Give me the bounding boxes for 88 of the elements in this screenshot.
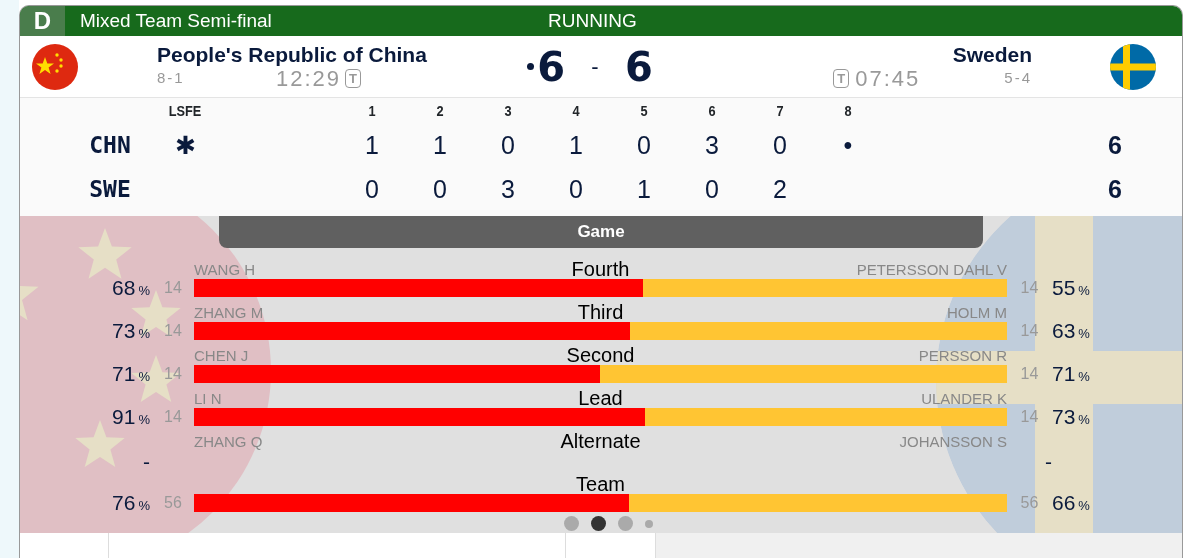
- match-title: Mixed Team Semi-final: [80, 8, 272, 33]
- column-header: 1: [367, 101, 377, 121]
- shot-count: 56: [163, 493, 183, 512]
- percentage: -: [1044, 450, 1052, 473]
- end-score: 0: [432, 174, 448, 205]
- shot-count: 56: [1019, 493, 1040, 512]
- player-name: WANG H: [194, 262, 256, 278]
- team-score: 6: [537, 44, 565, 89]
- game-clock: 12:29: [276, 66, 342, 91]
- end-score: 1: [636, 174, 652, 205]
- end-score: 0: [568, 174, 584, 205]
- column-header: 4: [571, 101, 581, 121]
- percentage: 63%: [1052, 321, 1091, 340]
- end-score: 0: [500, 130, 516, 161]
- shot-count: 14: [163, 407, 183, 426]
- percentage: 91%: [111, 407, 151, 426]
- percentage: 68%: [111, 278, 151, 297]
- team-record: 5-4: [1004, 68, 1032, 89]
- team-name: Sweden: [951, 42, 1032, 67]
- lsfe-icon: ✱: [160, 123, 210, 167]
- end-score: 1: [568, 130, 584, 161]
- percentage: 55%: [1052, 278, 1091, 297]
- end-score: 0: [364, 174, 380, 205]
- position-label: Fourth: [571, 258, 630, 280]
- flag-icon: [1110, 43, 1156, 90]
- end-score: 1: [364, 130, 380, 161]
- player-name: PETERSSON DAHL V: [856, 262, 1007, 278]
- shot-count: 14: [163, 278, 183, 297]
- column-header: 7: [775, 101, 785, 121]
- page-dot[interactable]: [618, 516, 633, 531]
- column-header: 3: [503, 101, 513, 121]
- player-name: CHEN J: [194, 348, 249, 364]
- end-score: •: [842, 130, 854, 161]
- player-name: ZHANG M: [194, 305, 264, 321]
- player-name: HOLM M: [947, 305, 1007, 321]
- player-name: ZHANG Q: [194, 434, 263, 450]
- timeout-badge: T: [833, 69, 850, 88]
- flag-icon: [32, 43, 78, 90]
- end-score: 3: [500, 174, 516, 205]
- team-name: People's Republic of China: [157, 42, 428, 67]
- percentage: -: [142, 450, 151, 473]
- shot-count: 14: [1019, 321, 1040, 340]
- page-dot[interactable]: [564, 516, 579, 531]
- total-score: 6: [1107, 130, 1123, 161]
- shot-count: 14: [1019, 364, 1040, 383]
- end-score: 0: [636, 130, 652, 161]
- team-code: SWE: [88, 175, 132, 204]
- team-score: 6: [625, 44, 653, 89]
- timeout-badge: T: [345, 69, 361, 88]
- team-code: CHN: [88, 131, 132, 160]
- player-name: ULANDER K: [921, 391, 1007, 407]
- total-score: 6: [1107, 174, 1123, 205]
- end-score: 2: [772, 174, 788, 205]
- player-name: JOHANSSON S: [899, 434, 1007, 450]
- position-label: Third: [577, 301, 624, 323]
- column-header: 5: [639, 101, 649, 121]
- percentage: 71%: [1052, 364, 1091, 383]
- percentage: 76%: [111, 493, 151, 512]
- match-status: RUNNING: [548, 8, 637, 33]
- shot-count: 14: [1019, 278, 1040, 297]
- column-header: LSFE: [167, 101, 203, 121]
- shot-count: 14: [163, 364, 183, 383]
- player-name: LI N: [194, 391, 222, 407]
- shot-count: 14: [1019, 407, 1040, 426]
- section-header: Game: [219, 216, 983, 248]
- end-score: 0: [704, 174, 720, 205]
- division-badge: D: [20, 6, 65, 36]
- column-header: 6: [707, 101, 717, 121]
- score-separator: -: [590, 53, 600, 81]
- column-header: 2: [435, 101, 445, 121]
- game-clock: 07:45: [855, 66, 921, 91]
- end-score: 1: [432, 130, 448, 161]
- page-dot[interactable]: [645, 519, 653, 528]
- team-record: 8-1: [157, 68, 186, 89]
- player-name: PERSSON R: [918, 348, 1007, 364]
- shot-count: 14: [163, 321, 183, 340]
- end-score: 3: [704, 130, 720, 161]
- end-score: 0: [772, 130, 788, 161]
- percentage: 66%: [1052, 493, 1091, 512]
- percentage: 71%: [111, 364, 151, 383]
- percentage: 73%: [111, 321, 151, 340]
- position-label: Lead: [578, 387, 623, 409]
- position-label: Alternate: [560, 430, 641, 452]
- page-dot[interactable]: [591, 516, 606, 531]
- position-label: Second: [566, 344, 635, 366]
- position-label: Team: [576, 473, 625, 495]
- percentage: 73%: [1052, 407, 1091, 426]
- column-header: 8: [843, 101, 853, 121]
